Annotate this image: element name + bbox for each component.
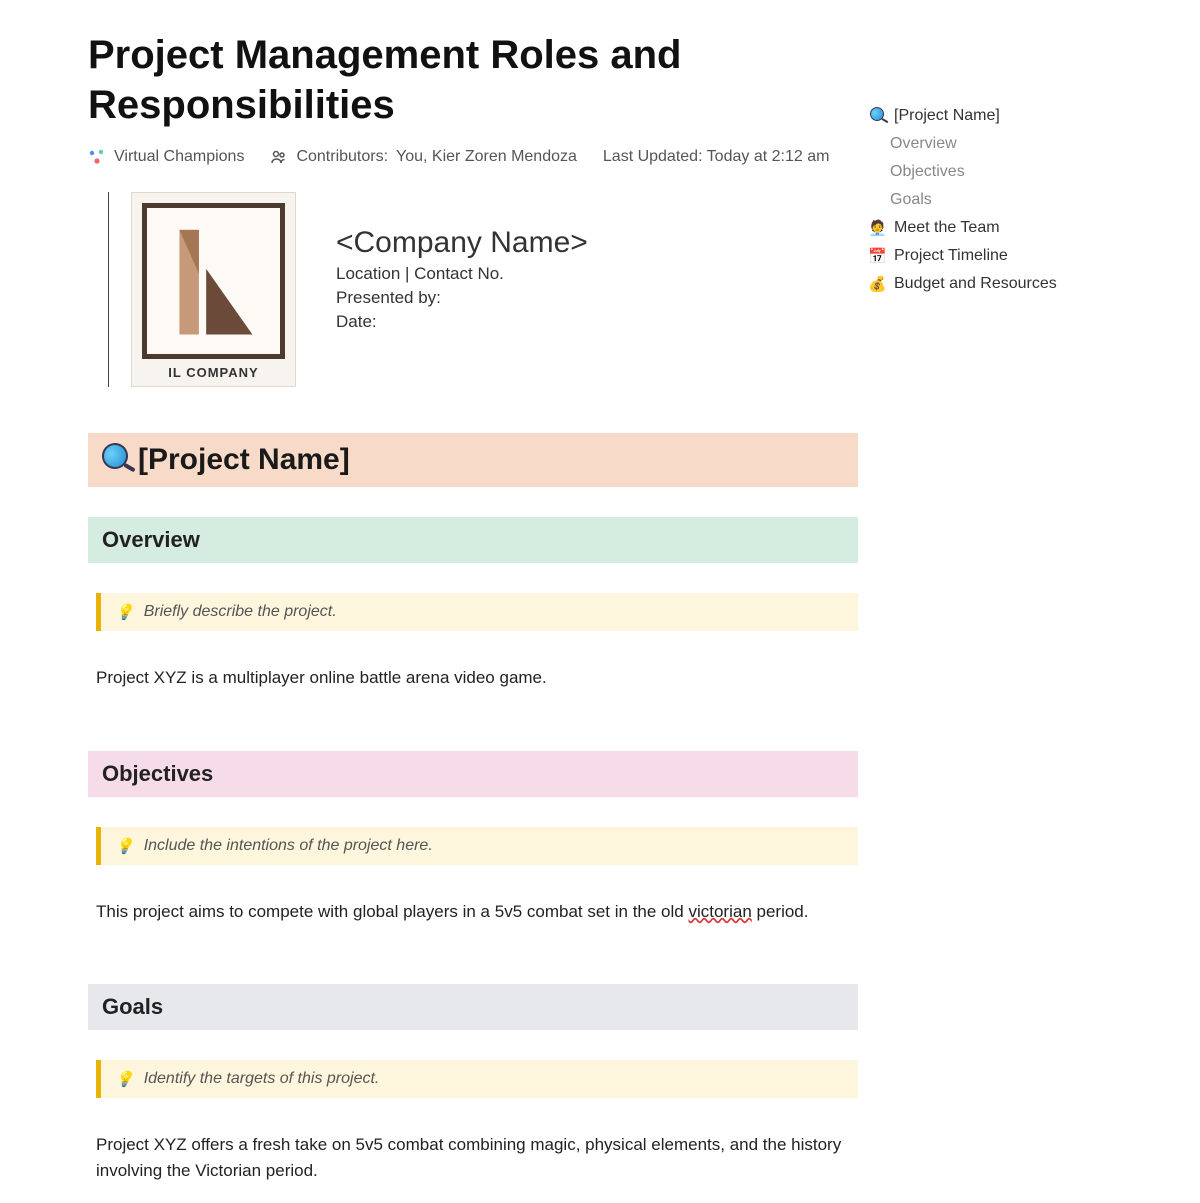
main-content: Project Management Roles and Responsibil… <box>88 30 858 1203</box>
person-icon: 🧑‍💼 <box>868 219 886 237</box>
last-updated: Last Updated: Today at 2:12 am <box>603 148 830 166</box>
overview-body: Project XYZ is a multiplayer online batt… <box>96 665 858 691</box>
contributors-chip[interactable]: Contributors: You, Kier Zoren Mendoza <box>270 148 576 166</box>
company-subline: Location | Contact No. <box>336 264 588 284</box>
project-name-heading: [Project Name] <box>138 443 350 477</box>
moneybag-icon: 💰 <box>868 275 886 293</box>
last-updated-text: Last Updated: Today at 2:12 am <box>603 148 830 166</box>
space-icon <box>88 148 106 166</box>
objectives-body: This project aims to compete with global… <box>96 899 858 925</box>
spelling-error[interactable]: victorian <box>688 902 751 921</box>
date-label: Date: <box>336 312 588 332</box>
goals-hint-text: Identify the targets of this project. <box>144 1070 380 1088</box>
objectives-heading: Objectives <box>102 761 844 787</box>
overview-heading: Overview <box>102 527 844 553</box>
company-name: <Company Name> <box>336 226 588 260</box>
bulb-icon: 💡 <box>115 603 134 621</box>
company-block: IL COMPANY <Company Name> Location | Con… <box>108 192 858 387</box>
company-info: <Company Name> Location | Contact No. Pr… <box>336 192 588 387</box>
magnifier-icon <box>868 107 886 125</box>
meta-row: Virtual Champions Contributors: You, Kie… <box>88 148 858 166</box>
objectives-banner: Objectives <box>88 751 858 797</box>
toc-timeline[interactable]: 📅 Project Timeline <box>868 242 1128 270</box>
people-icon <box>270 148 288 166</box>
toc-objectives[interactable]: Objectives <box>868 158 1128 186</box>
table-of-contents: [Project Name] Overview Objectives Goals… <box>868 30 1128 1203</box>
overview-hint: 💡 Briefly describe the project. <box>96 593 858 631</box>
contributors-label: Contributors: <box>296 148 388 166</box>
magnifier-icon <box>102 443 128 477</box>
bulb-icon: 💡 <box>115 1070 134 1088</box>
goals-banner: Goals <box>88 984 858 1030</box>
objectives-hint: 💡 Include the intentions of the project … <box>96 827 858 865</box>
bulb-icon: 💡 <box>115 837 134 855</box>
space-chip[interactable]: Virtual Champions <box>88 148 244 166</box>
overview-banner: Overview <box>88 517 858 563</box>
toc-meet-team[interactable]: 🧑‍💼 Meet the Team <box>868 214 1128 242</box>
goals-heading: Goals <box>102 994 844 1020</box>
toc-project-name[interactable]: [Project Name] <box>868 102 1128 130</box>
overview-hint-text: Briefly describe the project. <box>144 603 337 621</box>
toc-goals[interactable]: Goals <box>868 186 1128 214</box>
project-name-banner: [Project Name] <box>88 433 858 487</box>
space-name: Virtual Champions <box>114 148 244 166</box>
goals-hint: 💡 Identify the targets of this project. <box>96 1060 858 1098</box>
toc-budget[interactable]: 💰 Budget and Resources <box>868 270 1128 298</box>
contributors-names: You, Kier Zoren Mendoza <box>396 148 577 166</box>
page-title: Project Management Roles and Responsibil… <box>88 30 858 130</box>
logo-caption: IL COMPANY <box>168 365 258 380</box>
objectives-hint-text: Include the intentions of the project he… <box>144 837 433 855</box>
company-logo: IL COMPANY <box>131 192 296 387</box>
calendar-icon: 📅 <box>868 247 886 265</box>
toc-overview[interactable]: Overview <box>868 130 1128 158</box>
presented-by-label: Presented by: <box>336 288 588 308</box>
